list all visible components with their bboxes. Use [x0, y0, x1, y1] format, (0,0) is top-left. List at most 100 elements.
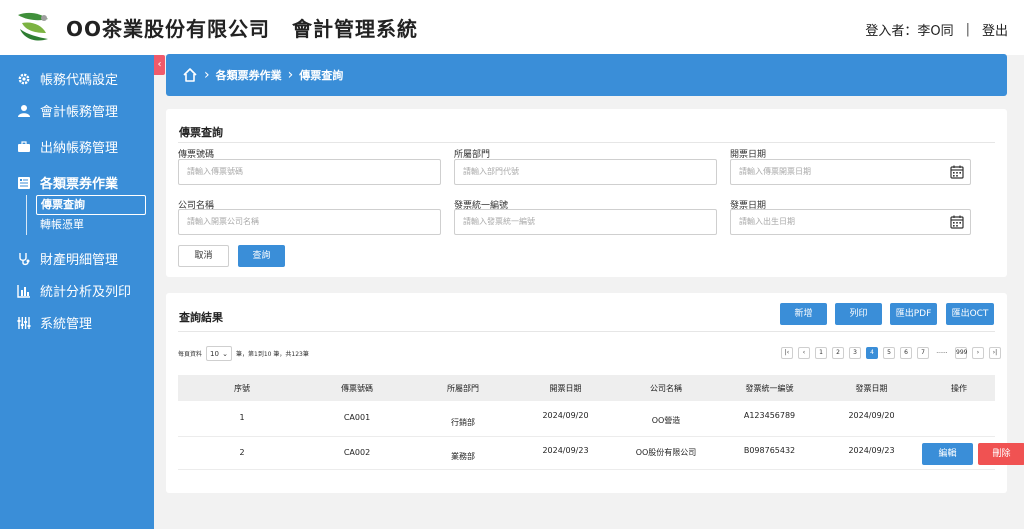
sidebar-item-vouchers[interactable]: 各類票券作業	[16, 173, 118, 192]
page-button-current[interactable]: 4	[866, 347, 878, 359]
pagination: |‹ ‹ 1 2 3 4 5 6 7 ...... 999 › ›|	[776, 347, 1001, 359]
sidebar-item-label: 財產明細管理	[40, 253, 119, 268]
cell-actions: 編輯 刪除	[922, 436, 1024, 470]
sidebar-item-assets[interactable]: 財產明細管理	[16, 249, 118, 268]
column-header: 操作	[923, 375, 995, 401]
department-input[interactable]: 請輸入部門代號	[454, 159, 717, 185]
stethoscope-icon	[16, 251, 32, 267]
page-size-control: 每頁資料 10 ⌄ 筆，第1到10 筆，共123筆	[178, 346, 309, 361]
cell-tax-id: B098765432	[719, 436, 820, 470]
logged-in-user: 登入者：李O同	[865, 24, 954, 39]
sidebar-item-label: 帳務代碼設定	[40, 73, 119, 88]
sidebar-item-cashier[interactable]: 出納帳務管理	[16, 137, 118, 156]
sidebar-item-label: 出納帳務管理	[40, 141, 119, 156]
first-page-icon[interactable]: |‹	[781, 347, 793, 359]
divider	[178, 142, 995, 143]
sidebar-item-label: 系統管理	[40, 317, 93, 332]
search-button[interactable]: 查詢	[238, 245, 285, 267]
divider	[178, 331, 995, 332]
table-header-row: 序號 傳票號碼 所屬部門 開票日期 公司名稱 發票統一編號 發票日期 操作	[178, 375, 995, 401]
tax-id-input[interactable]: 請輸入發票統一編號	[454, 209, 717, 235]
company-input[interactable]: 請輸入開票公司名稱	[178, 209, 441, 235]
cell-dept: 行銷部	[408, 401, 518, 437]
cell-invoice-date: 2024/09/20	[820, 401, 923, 437]
calendar-icon[interactable]	[950, 165, 964, 179]
voucher-date-input[interactable]: 請輸入傳票開票日期	[730, 159, 971, 185]
calendar-icon[interactable]	[950, 215, 964, 229]
gear-icon	[16, 71, 32, 87]
invoice-date-input[interactable]: 請輸入出生日期	[730, 209, 971, 235]
column-header: 傳票號碼	[306, 375, 408, 401]
prev-page-icon[interactable]: ‹	[798, 347, 810, 359]
sidebar-item-code-settings[interactable]: 帳務代碼設定	[16, 69, 118, 88]
results-panel: 查詢結果 新增 列印 匯出PDF 匯出OCT 每頁資料 10 ⌄ 筆，第1到10…	[166, 293, 1024, 493]
page-summary: 筆，第1到10 筆，共123筆	[236, 351, 309, 358]
last-page-icon[interactable]: ›|	[989, 347, 1001, 359]
sidebar-item-label: 會計帳務管理	[40, 105, 119, 120]
export-pdf-button[interactable]: 匯出PDF	[890, 303, 937, 325]
page-button[interactable]: 1	[815, 347, 827, 359]
voucher-no-input[interactable]: 請輸入傳票號碼	[178, 159, 441, 185]
page-size-label: 每頁資料	[178, 351, 203, 358]
invoice-date-placeholder: 請輸入出生日期	[739, 217, 795, 226]
company-name: OO茶業股份有限公司	[66, 17, 271, 41]
sliders-icon	[16, 315, 32, 331]
breadcrumb-item-current: 傳票查詢	[299, 69, 344, 82]
voucher-date-placeholder: 請輸入傳票開票日期	[739, 167, 811, 176]
next-page-icon[interactable]: ›	[972, 347, 984, 359]
sidebar-item-accounting[interactable]: 會計帳務管理	[16, 101, 118, 120]
cell-no: 2	[178, 436, 306, 470]
page-button[interactable]: 3	[849, 347, 861, 359]
page-button[interactable]: 2	[832, 347, 844, 359]
add-button[interactable]: 新增	[780, 303, 827, 325]
export-oct-button[interactable]: 匯出OCT	[946, 303, 994, 325]
cancel-button[interactable]: 取消	[178, 245, 229, 267]
sidebar-item-system[interactable]: 系統管理	[16, 313, 92, 332]
briefcase-icon	[16, 139, 32, 155]
cell-tax-id: A123456789	[719, 401, 820, 437]
search-panel: 傳票查詢 傳票號碼 請輸入傳票號碼 所屬部門 請輸入部門代號 開票日期 請輸入傳…	[166, 109, 1007, 277]
user-separator: |	[965, 22, 970, 37]
user-area: 登入者：李O同 | 登出	[865, 20, 1008, 39]
breadcrumb-item-vouchers[interactable]: 各類票券作業	[216, 67, 282, 83]
top-header: OO茶業股份有限公司 會計管理系統 登入者：李O同 | 登出	[0, 0, 1024, 55]
page-button[interactable]: 999	[955, 347, 967, 359]
sidebar-collapse-button[interactable]: ‹	[154, 55, 165, 75]
page-size-select[interactable]: 10 ⌄	[206, 346, 233, 361]
cell-company: OO股份有限公司	[613, 436, 719, 470]
chevron-right-icon: ›	[204, 67, 210, 83]
page-ellipsis: ......	[934, 347, 950, 359]
brand-title: OO茶業股份有限公司 會計管理系統	[66, 13, 418, 42]
delete-button[interactable]: 刪除	[978, 442, 1024, 465]
results-title: 查詢結果	[179, 311, 223, 324]
page-button[interactable]: 6	[900, 347, 912, 359]
results-table: 序號 傳票號碼 所屬部門 開票日期 公司名稱 發票統一編號 發票日期 操作 1 …	[178, 375, 1024, 470]
breadcrumb: › 各類票券作業 › 傳票查詢	[166, 54, 1007, 96]
edit-button[interactable]: 編輯	[922, 442, 973, 465]
column-header: 所屬部門	[408, 375, 518, 401]
page-button[interactable]: 7	[917, 347, 929, 359]
chevron-right-icon: ›	[287, 67, 294, 83]
logout-link[interactable]: 登出	[982, 20, 1008, 39]
cell-date: 2024/09/23	[518, 436, 613, 470]
user-icon	[16, 103, 32, 119]
system-name: 會計管理系統	[292, 17, 419, 41]
cell-company: OO營造	[613, 401, 719, 437]
home-icon[interactable]	[182, 67, 198, 83]
column-header: 公司名稱	[613, 375, 719, 401]
row-actions: 編輯 刪除	[922, 437, 1024, 469]
sidebar-item-statistics[interactable]: 統計分析及列印	[16, 281, 131, 300]
bar-chart-icon	[16, 283, 32, 299]
print-button[interactable]: 列印	[835, 303, 882, 325]
document-list-icon	[16, 175, 32, 191]
page-button[interactable]: 5	[883, 347, 895, 359]
cell-actions	[923, 401, 995, 437]
cell-voucher: CA002	[306, 436, 408, 470]
column-header: 發票日期	[820, 375, 923, 401]
sidebar-subitem-transfer-slip[interactable]: 轉帳憑單	[36, 216, 146, 236]
page-size-value: 10	[210, 349, 219, 358]
sidebar-item-label: 統計分析及列印	[40, 285, 132, 300]
sidebar-subitem-voucher-query[interactable]: 傳票查詢	[36, 195, 146, 215]
sidebar-item-label: 各類票券作業	[40, 177, 119, 192]
column-header: 發票統一編號	[719, 375, 820, 401]
